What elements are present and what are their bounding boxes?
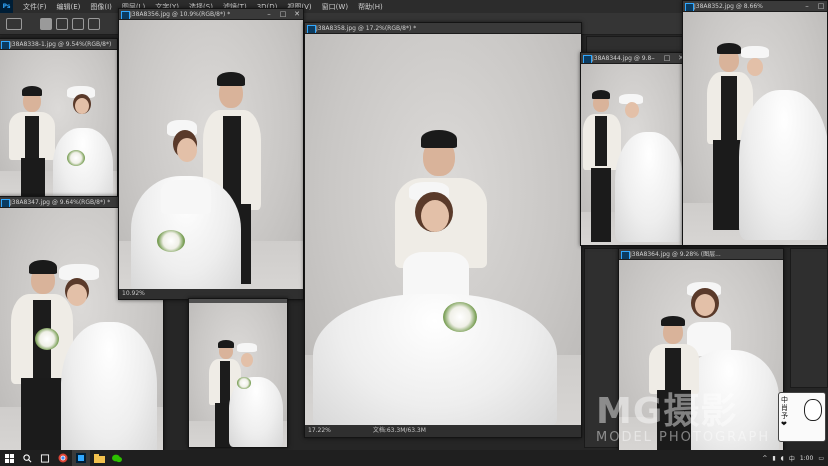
volume-icon[interactable]: ◖ <box>781 455 784 462</box>
window-controls: – □ ✕ <box>649 54 685 63</box>
new-selection-icon[interactable] <box>40 18 52 30</box>
chrome-icon[interactable] <box>54 450 72 466</box>
intersect-selection-icon[interactable] <box>88 18 100 30</box>
cartoon-face-icon <box>804 399 822 421</box>
menu-help[interactable]: 帮助(H) <box>358 2 383 12</box>
panel-area <box>584 248 620 448</box>
minimize-icon[interactable]: – <box>803 2 811 11</box>
minimize-icon[interactable]: – <box>649 54 657 63</box>
document-window[interactable]: J38A8344.jpg @ 9.8 – □ ✕ <box>580 52 688 246</box>
document-tab[interactable]: J38A8358.jpg @ 17.2%(RGB/8*) * <box>305 23 581 34</box>
menu-edit[interactable]: 编辑(E) <box>57 2 81 12</box>
menu-image[interactable]: 图像(I) <box>90 2 112 12</box>
menu-window[interactable]: 窗口(W) <box>322 2 348 12</box>
photoshop-logo: Ps <box>0 0 13 13</box>
window-controls: – □ <box>803 2 825 11</box>
wedding-photo <box>581 64 687 245</box>
maximize-icon[interactable]: □ <box>817 2 825 11</box>
tool-preset-icon[interactable] <box>6 18 22 30</box>
task-view-icon[interactable] <box>36 450 54 466</box>
chevron-up-icon[interactable]: ^ <box>762 455 767 462</box>
document-window[interactable]: J38A8364.jpg @ 9.28% (图层... <box>618 248 784 452</box>
clock[interactable]: 1:00 <box>800 455 813 462</box>
document-size: 文档:63.3M/63.3M <box>372 427 426 434</box>
window-controls: – □ ✕ <box>265 10 301 19</box>
document-window[interactable]: J38A8358.jpg @ 17.2%(RGB/8*) * 17.22% 文档… <box>304 22 582 438</box>
panel-area <box>790 248 828 388</box>
zoom-status: 17.22% <box>308 427 331 434</box>
photoshop-taskbar-icon[interactable] <box>72 450 90 466</box>
status-bar: 17.22% 文档:63.3M/63.3M <box>305 425 581 437</box>
wedding-photo <box>189 303 287 447</box>
network-icon[interactable]: ▮ <box>772 455 775 462</box>
add-selection-icon[interactable] <box>56 18 68 30</box>
windows-start-icon[interactable] <box>0 450 18 466</box>
wedding-photo <box>0 50 117 197</box>
wedding-photo <box>683 12 827 245</box>
document-window[interactable]: J38A8352.jpg @ 8.66% – □ <box>682 0 828 246</box>
minimize-icon[interactable]: – <box>265 10 273 19</box>
document-window[interactable]: J38A8356.jpg @ 10.9%(RGB/8*) * – □ ✕ 10.… <box>118 8 304 300</box>
document-tab[interactable]: J38A8338-1.jpg @ 9.54%(RGB/8*) <box>0 39 117 50</box>
close-icon[interactable]: ✕ <box>293 10 301 19</box>
search-icon[interactable] <box>18 450 36 466</box>
maximize-icon[interactable]: □ <box>663 54 671 63</box>
document-window[interactable] <box>188 298 288 448</box>
document-window[interactable]: J38A8338-1.jpg @ 9.54%(RGB/8*) <box>0 38 118 198</box>
ime-indicator[interactable]: 中 <box>789 454 795 463</box>
document-tab[interactable]: J38A8364.jpg @ 9.28% (图层... <box>619 249 783 260</box>
wechat-icon[interactable] <box>108 450 126 466</box>
wedding-photo <box>619 260 783 451</box>
folder-icon[interactable] <box>90 450 108 466</box>
subtract-selection-icon[interactable] <box>72 18 84 30</box>
taskbar: ^ ▮ ◖ 中 1:00 ▭ <box>0 450 828 466</box>
author-stamp: 中 肖 予 ❤ <box>778 392 826 442</box>
menu-file[interactable]: 文件(F) <box>23 2 47 12</box>
maximize-icon[interactable]: □ <box>279 10 287 19</box>
wedding-photo <box>305 34 581 430</box>
system-tray: ^ ▮ ◖ 中 1:00 ▭ <box>762 450 824 466</box>
wedding-photo <box>119 20 303 294</box>
notification-icon[interactable]: ▭ <box>818 455 824 462</box>
